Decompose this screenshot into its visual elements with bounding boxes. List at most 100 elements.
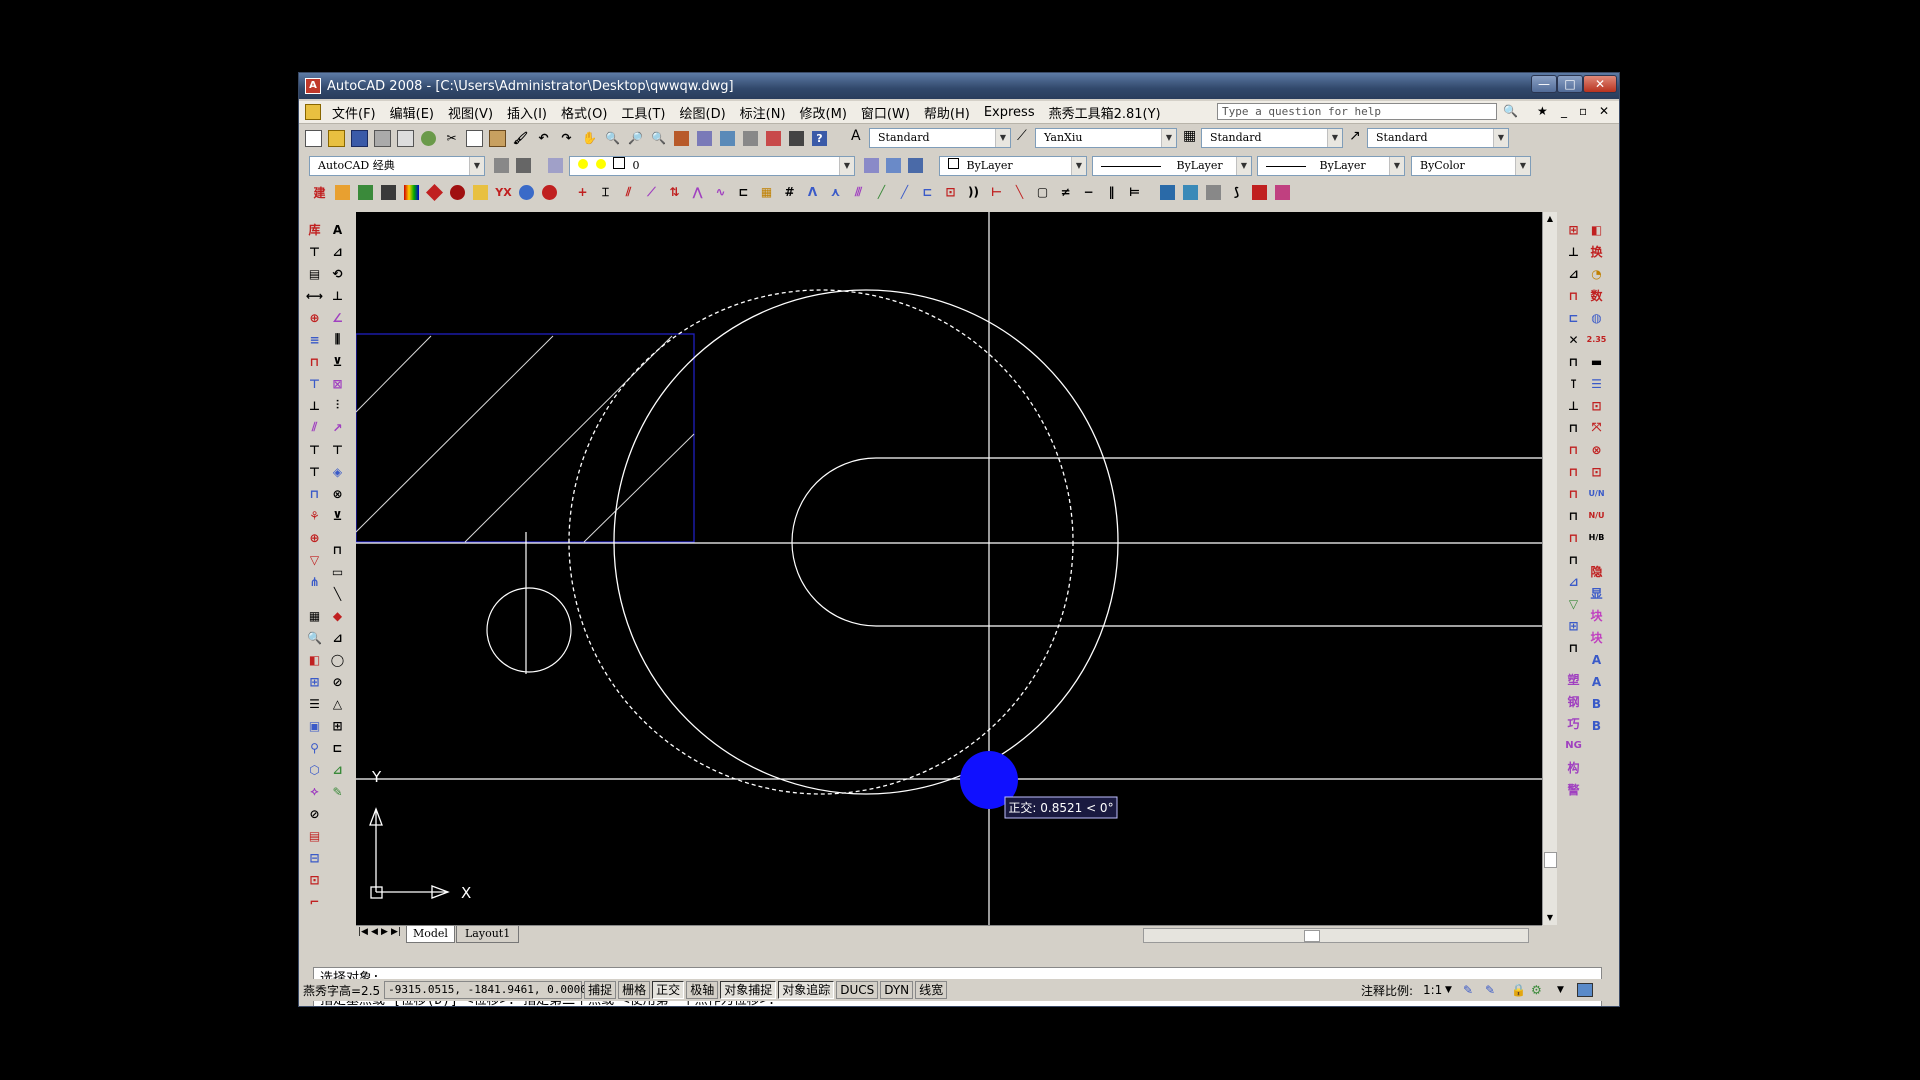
tool-12-icon[interactable]: ⊓ [304,483,325,504]
hatch-lines-icon[interactable]: ⫽ [618,182,639,203]
rt1-tool-13-icon[interactable]: ⊓ [1563,483,1584,504]
tool-10-icon[interactable]: ⊤ [304,439,325,460]
chevron-down-icon[interactable]: ▼ [1493,129,1508,147]
toggle-lineweight[interactable]: 线宽 [915,981,948,999]
tool-29-icon[interactable]: ⊡ [304,869,325,890]
zigzag-icon[interactable]: ⋀ [687,182,708,203]
rt2-tool-9-icon[interactable]: ⊡ [1586,395,1607,416]
rt1-tool-11-icon[interactable]: ⊓ [1563,439,1584,460]
rt1-plastic-icon[interactable]: 塑 [1563,669,1584,690]
horizontal-scrollbar[interactable] [1143,928,1529,943]
rt2-tool-8-icon[interactable]: ☰ [1586,373,1607,394]
sheet-set-icon[interactable] [740,128,761,149]
rt1-tool-18-icon[interactable]: ▽ [1563,593,1584,614]
drawing-canvas[interactable]: 正交: 0.8521 < 0° X Y [356,212,1542,925]
dim-linear-icon[interactable]: ⊿ [327,241,348,262]
pan-icon[interactable]: ✋ [579,128,600,149]
folder-icon[interactable] [470,182,491,203]
layer-previous-icon[interactable] [883,155,904,176]
help-search-input[interactable]: Type a question for help [1217,103,1497,120]
curve-icon[interactable]: ⟆ [1226,182,1247,203]
diagonal-blue-icon[interactable]: ╱ [894,182,915,203]
dim-arc-icon[interactable]: ↗ [327,417,348,438]
rt1-tool-15-icon[interactable]: ⊓ [1563,527,1584,548]
workspace-save-icon[interactable] [513,155,534,176]
triangle-icon[interactable]: △ [327,693,348,714]
help-red-icon[interactable] [539,182,560,203]
rt1-tool-12-icon[interactable]: ⊓ [1563,461,1584,482]
line-red-icon[interactable]: ╲ [1009,182,1030,203]
tool-27-icon[interactable]: ▤ [304,825,325,846]
vertical-scroll-thumb[interactable] [1544,852,1557,868]
dim-icon[interactable]: ⊢ [986,182,1007,203]
dimension-tool-icon[interactable] [378,182,399,203]
workspace-settings-icon[interactable] [491,155,512,176]
rt1-ng-icon[interactable]: NG [1563,735,1584,756]
plotstyle-combo[interactable]: ByColor ▼ [1411,156,1531,176]
color-combo[interactable]: ByLayer ▼ [939,156,1087,176]
dim-radius-icon[interactable]: ⊻ [327,351,348,372]
tool-13-icon[interactable]: ⚘ [304,505,325,526]
multileader-style-combo[interactable]: Standard ▼ [1367,128,1509,148]
auto-scale-icon[interactable]: ✎ [1485,983,1495,997]
rt2-tool-12-icon[interactable]: ⊡ [1586,461,1607,482]
red-box-icon[interactable] [1249,182,1270,203]
line-tool-icon[interactable]: ╲ [327,583,348,604]
chevron-down-icon[interactable]: ▼ [469,157,484,175]
tool-3-icon[interactable]: ⟷ [304,285,325,306]
screen-icon[interactable] [1180,182,1201,203]
rt2-tool-14-icon[interactable]: N/U [1586,505,1607,526]
rt1-tool-20-icon[interactable]: ⊓ [1563,637,1584,658]
dim-aligned-icon[interactable]: ⟲ [327,263,348,284]
diagonal-icon[interactable]: ╱ [871,182,892,203]
tool-5-icon[interactable]: ≡ [304,329,325,350]
annotation-visibility-icon[interactable]: ✎ [1463,983,1473,997]
mtext-icon[interactable]: A [327,219,348,240]
chevron-down-icon[interactable]: ▼ [1236,157,1251,175]
yanxiu-library-icon[interactable]: 库 [304,219,325,240]
menu-draw[interactable]: 绘图(D) [673,103,733,122]
menu-window[interactable]: 窗口(W) [854,103,917,122]
crosshair-icon[interactable]: + [572,182,593,203]
ruler-icon[interactable]: ⊨ [1124,182,1145,203]
tab-model[interactable]: Model [406,926,455,943]
no-icon[interactable]: ⊘ [327,671,348,692]
tool-19-icon[interactable]: ◧ [304,649,325,670]
tool-8-icon[interactable]: ⊥ [304,395,325,416]
toggle-dyn[interactable]: DYN [880,981,914,999]
lambda-icon[interactable]: Λ [802,182,823,203]
scroll-up-icon[interactable]: ▲ [1543,212,1557,226]
maximize-button[interactable]: □ [1557,75,1583,93]
yx-icon[interactable]: YX [493,182,514,203]
cut-icon[interactable]: ✂ [441,128,462,149]
toggle-polar[interactable]: 极轴 [686,981,719,999]
dim-diameter-icon[interactable]: ⊠ [327,373,348,394]
tray-settings-icon[interactable]: ⚙ [1531,983,1542,997]
rt1-tool-8-icon[interactable]: ⊺ [1563,373,1584,394]
rt1-tool-17-icon[interactable]: ⊿ [1563,571,1584,592]
rt1-tool-14-icon[interactable]: ⊓ [1563,505,1584,526]
text-style-combo[interactable]: Standard ▼ [869,128,1011,148]
pen-icon[interactable]: ✎ [327,781,348,802]
lock-icon[interactable]: 🔒 [1511,983,1526,997]
ibeam-icon[interactable]: ⌶ [595,182,616,203]
tool-24-icon[interactable]: ⬡ [304,759,325,780]
toggle-snap[interactable]: 捕捉 [584,981,617,999]
yanxiu-build-icon[interactable]: 建 [309,182,330,203]
chevron-down-icon[interactable]: ▼ [1161,129,1176,147]
tool-15-icon[interactable]: ▽ [304,549,325,570]
eraser-icon[interactable]: ◆ [327,605,348,626]
menu-dimension[interactable]: 标注(N) [733,103,793,122]
menu-tools[interactable]: 工具(T) [614,103,672,122]
rt2-tool-13-icon[interactable]: U/N [1586,483,1607,504]
chevron-down-icon[interactable]: ▼ [995,129,1010,147]
grid-yellow-icon[interactable]: ▦ [756,182,777,203]
toggle-otrack[interactable]: 对象追踪 [778,981,835,999]
tool-1-icon[interactable]: ⊤ [304,241,325,262]
pink-box-icon[interactable] [1272,182,1293,203]
frame2-icon[interactable]: ⊏ [327,737,348,758]
rt2-number-icon[interactable]: 数 [1586,285,1607,306]
rt2-tool-21-icon[interactable]: A [1586,671,1607,692]
rt2-tool-15-icon[interactable]: H/B [1586,527,1607,548]
globe-icon[interactable] [516,182,537,203]
